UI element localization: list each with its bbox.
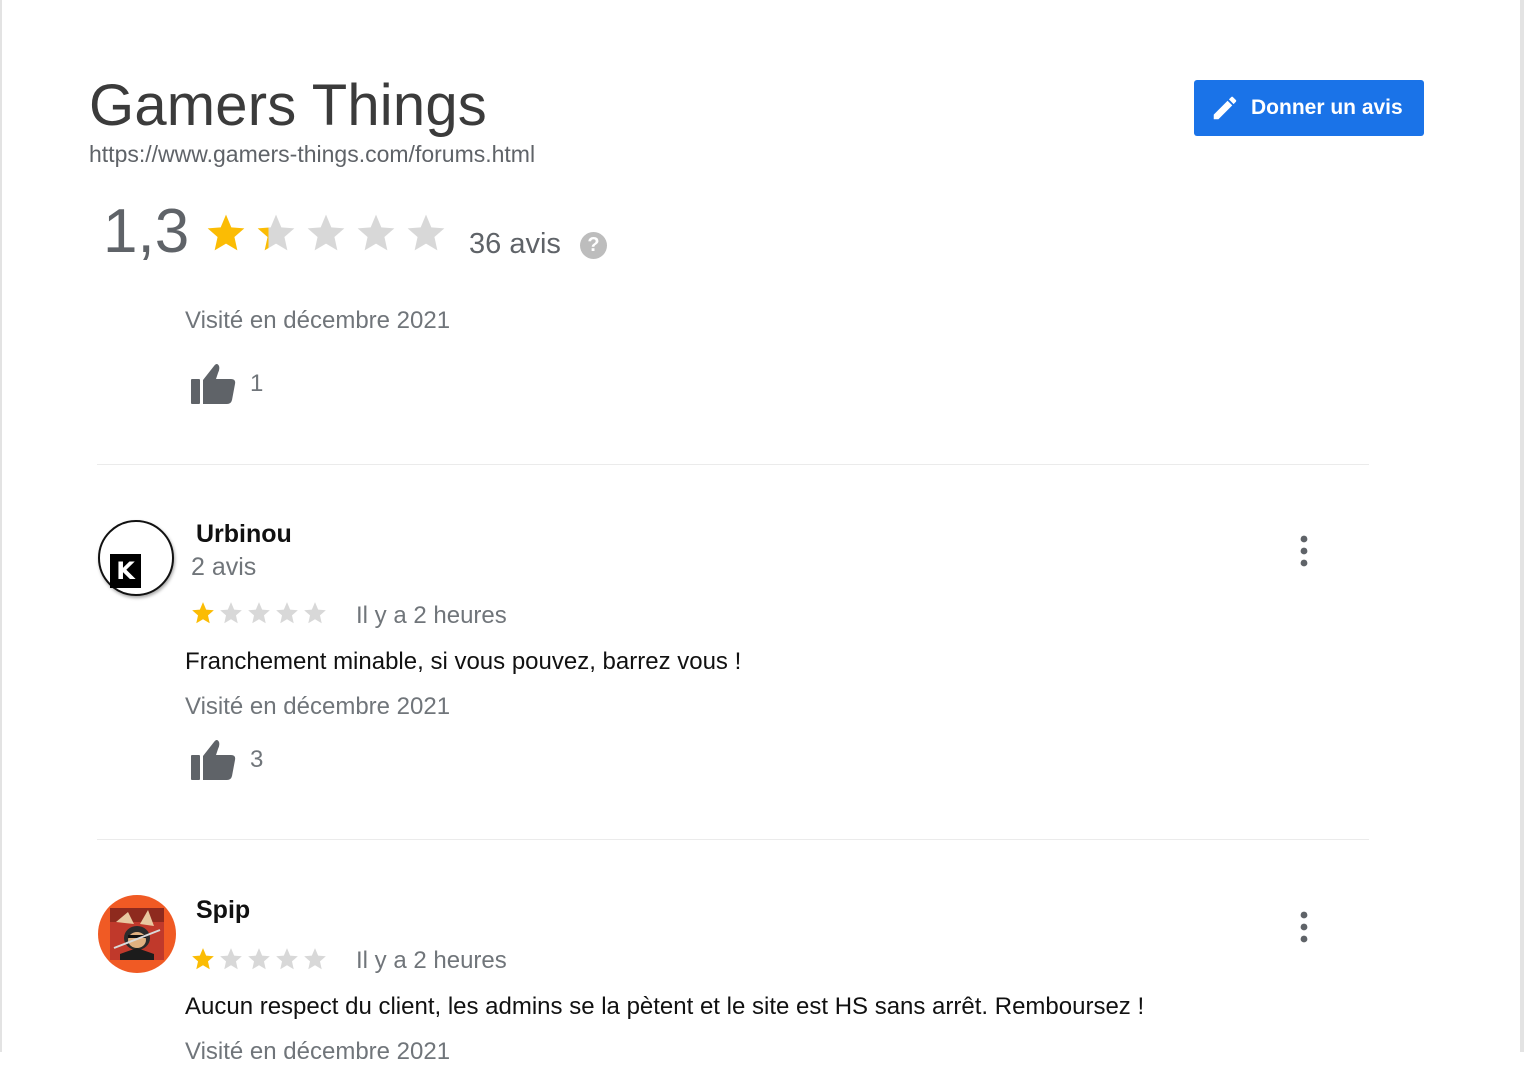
like-button[interactable]: 3 [190, 738, 263, 782]
divider [97, 839, 1369, 840]
summary-stars [204, 211, 448, 255]
review-count-link[interactable]: 36 avis [469, 228, 561, 261]
like-count: 1 [250, 370, 264, 397]
review-stars [190, 600, 328, 626]
write-review-label: Donner un avis [1251, 96, 1403, 119]
thumbs-up-icon [191, 740, 236, 780]
visited-date: Visité en décembre 2021 [185, 307, 451, 334]
like-button[interactable]: 1 [190, 362, 263, 406]
star-icon [276, 602, 298, 624]
star-icon [192, 602, 214, 624]
visited-date: Visité en décembre 2021 [185, 693, 451, 720]
reviewer-name[interactable]: Urbinou [196, 520, 292, 549]
reviewer-name[interactable]: Spip [196, 896, 250, 925]
pencil-icon [1213, 96, 1237, 120]
review-text: Aucun respect du client, les admins se l… [185, 993, 1145, 1020]
review-time: Il y a 2 heures [356, 947, 507, 974]
star-icon [248, 948, 270, 970]
star-icon [304, 602, 326, 624]
review-text: Franchement minable, si vous pouvez, bar… [185, 648, 742, 675]
avatar-image [110, 908, 164, 960]
write-review-button[interactable]: Donner un avis [1194, 80, 1424, 136]
rating-score: 1,3 [103, 197, 190, 266]
star-icon [307, 214, 345, 251]
page-title: Gamers Things [89, 73, 488, 138]
more-options-button[interactable] [1290, 531, 1318, 571]
review-time: Il y a 2 heures [356, 602, 507, 629]
star-half-icon [257, 214, 295, 251]
star-icon [207, 214, 245, 251]
thumbs-up-icon [191, 364, 236, 404]
star-icon [248, 602, 270, 624]
window-right-border [1520, 0, 1524, 1052]
more-vertical-icon [1300, 911, 1308, 943]
star-icon [220, 602, 242, 624]
window-left-border [0, 0, 2, 1052]
help-icon[interactable]: ? [580, 232, 607, 259]
review-stars [190, 946, 328, 972]
avatar-letter: K [110, 554, 141, 588]
star-icon [192, 948, 214, 970]
visited-date: Visité en décembre 2021 [185, 1038, 451, 1065]
avatar[interactable] [98, 895, 176, 973]
star-icon [276, 948, 298, 970]
divider [97, 464, 1369, 465]
avatar[interactable]: K [98, 520, 174, 596]
star-icon [220, 948, 242, 970]
more-options-button[interactable] [1290, 907, 1318, 947]
like-count: 3 [250, 746, 264, 773]
page-url: https://www.gamers-things.com/forums.htm… [89, 141, 536, 167]
star-icon [357, 214, 395, 251]
reviewer-review-count: 2 avis [191, 553, 257, 581]
star-icon [407, 214, 445, 251]
star-icon [304, 948, 326, 970]
more-vertical-icon [1300, 535, 1308, 567]
